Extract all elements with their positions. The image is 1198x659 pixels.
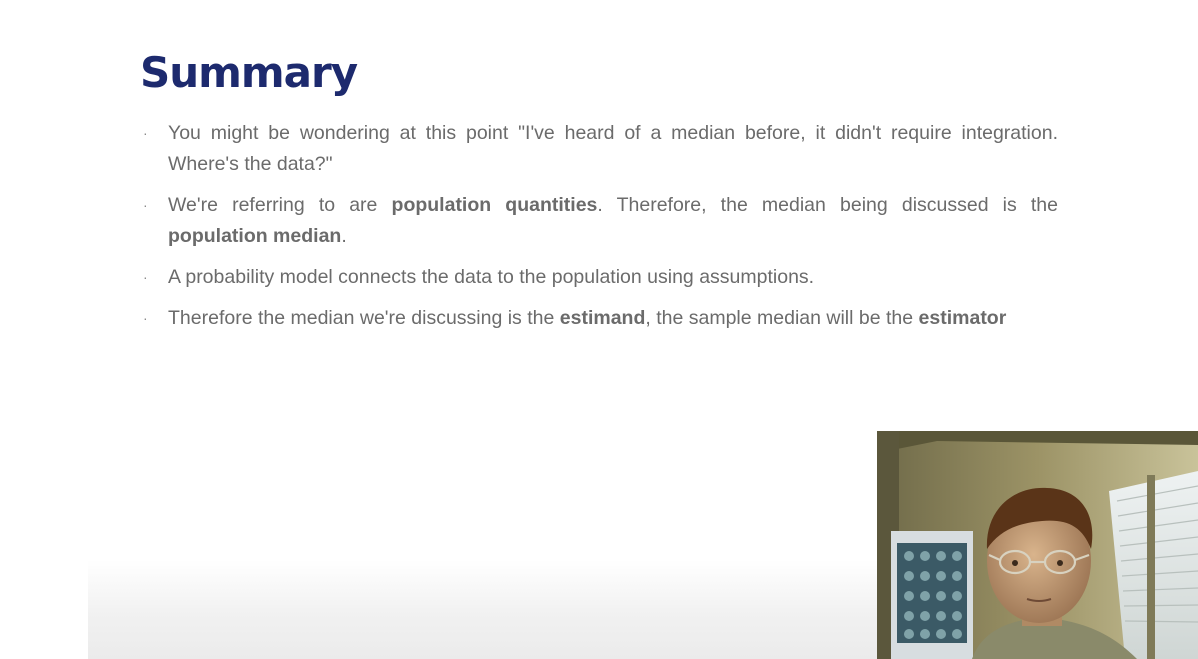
bullet-text: We're referring to are population quanti… <box>168 190 1058 252</box>
slide-bottom-fade <box>88 560 878 659</box>
bullet-emphasis: estimator <box>918 307 1007 329</box>
bullet-text-part: . <box>341 225 347 247</box>
webcam-window-frame <box>1147 475 1155 659</box>
bullet-marker: · <box>143 310 148 326</box>
bullet-text-part: , the sample median will be the <box>645 307 919 329</box>
bullet-item: · You might be wondering at this point "… <box>143 118 1058 180</box>
webcam-frame <box>877 431 1198 659</box>
bullet-text-part: . Therefore, the median being discussed … <box>597 194 1058 216</box>
bullet-emphasis: population median <box>168 225 342 247</box>
bullet-text: You might be wondering at this point "I'… <box>168 118 1058 180</box>
bullet-text-part: You might be wondering at this point "I'… <box>168 122 1058 175</box>
bullet-marker: · <box>143 125 148 141</box>
presenter-webcam <box>877 431 1198 659</box>
bullet-marker: · <box>143 197 148 213</box>
bullet-emphasis: estimand <box>559 307 646 329</box>
bullet-text: Therefore the median we're discussing is… <box>168 303 1058 334</box>
bullet-emphasis: population quantities <box>391 194 598 216</box>
bullet-item: · Therefore the median we're discussing … <box>143 303 1058 334</box>
bullet-text-part: A probability model connects the data to… <box>168 266 815 288</box>
webcam-poster <box>891 531 973 659</box>
bullet-text-part: We're referring to are <box>168 194 392 216</box>
bullet-text-part: Therefore the median we're discussing is… <box>168 307 560 329</box>
bullet-list: · You might be wondering at this point "… <box>143 118 1058 344</box>
bullet-marker: · <box>143 269 148 285</box>
bullet-item: · A probability model connects the data … <box>143 262 1058 293</box>
bullet-text: A probability model connects the data to… <box>168 262 1058 293</box>
slide-title: Summary <box>140 48 358 97</box>
bullet-item: · We're referring to are population quan… <box>143 190 1058 252</box>
